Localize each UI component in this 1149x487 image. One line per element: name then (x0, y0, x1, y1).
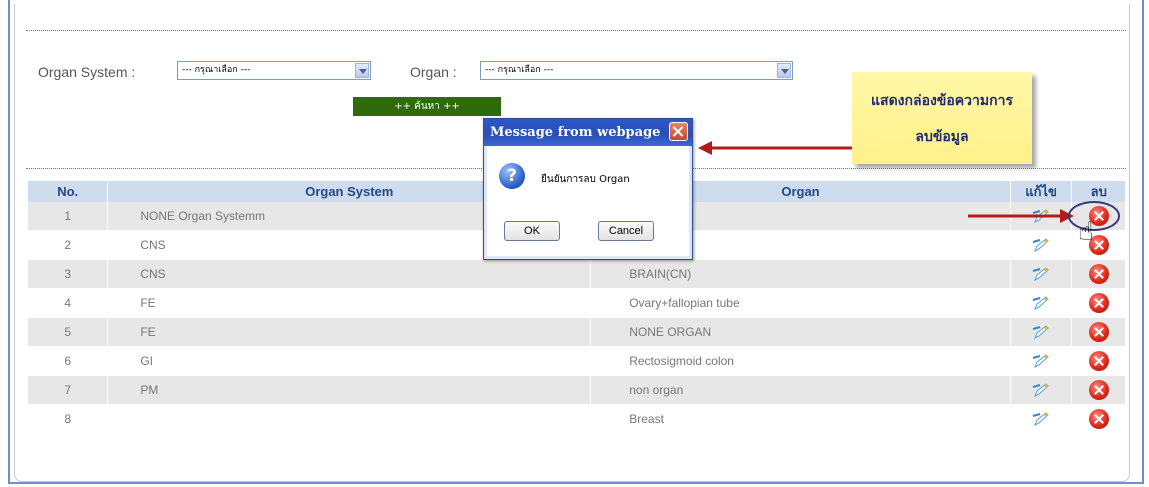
row-organ-system: CNS (107, 259, 592, 289)
row-organ-system: FE (107, 317, 592, 347)
row-organ: NONE ORGAN (590, 317, 1011, 347)
edit-pencil-icon[interactable] (1032, 324, 1050, 340)
arrow-to-delete-icon (968, 209, 1074, 223)
question-icon: ? (499, 163, 525, 189)
delete-icon[interactable] (1088, 409, 1109, 429)
edit-pencil-icon[interactable] (1032, 382, 1050, 398)
row-number: 1 (28, 202, 109, 231)
header-no: No. (28, 181, 109, 202)
row-delete-cell (1071, 346, 1126, 376)
cancel-button[interactable]: Cancel (598, 221, 654, 241)
row-number: 7 (28, 375, 109, 405)
edit-pencil-icon[interactable] (1032, 266, 1050, 282)
header-delete: ลบ (1071, 181, 1126, 202)
chevron-down-icon[interactable] (355, 63, 369, 78)
row-organ-system: GI (107, 346, 592, 376)
row-delete-cell (1071, 404, 1126, 434)
row-delete-cell (1071, 317, 1126, 347)
search-button[interactable]: ++ ค้นหา ++ (353, 97, 501, 116)
ok-button[interactable]: OK (504, 221, 560, 241)
edit-pencil-icon[interactable] (1032, 295, 1050, 311)
row-edit-cell (1010, 230, 1073, 260)
header-edit: แก้ไข (1010, 181, 1073, 202)
row-number: 8 (28, 404, 109, 434)
row-delete-cell (1071, 259, 1126, 289)
delete-icon[interactable] (1088, 351, 1109, 371)
confirm-dialog: Message from webpage ? ยืนยันการลบ Organ… (483, 118, 693, 260)
row-organ: Breast (590, 404, 1011, 434)
table-row: 6 GI Rectosigmoid colon (28, 346, 1126, 376)
row-organ: Rectosigmoid colon (590, 346, 1011, 376)
row-delete-cell (1071, 288, 1126, 318)
row-organ: BRAIN(CN) (590, 259, 1011, 289)
divider-top (26, 30, 1126, 31)
delete-icon[interactable] (1088, 380, 1109, 400)
dialog-title: Message from webpage (484, 119, 692, 146)
row-organ-system: PM (107, 375, 592, 405)
row-number: 6 (28, 346, 109, 376)
organ-system-label: Organ System : (38, 64, 136, 80)
highlight-circle (1068, 201, 1120, 231)
edit-pencil-icon[interactable] (1032, 411, 1050, 427)
arrow-to-dialog-icon (698, 141, 852, 155)
annotation-line-2: ลบข้อมูล (915, 129, 969, 145)
row-number: 4 (28, 288, 109, 318)
row-edit-cell (1010, 288, 1073, 318)
row-organ-system (107, 404, 592, 434)
organ-label: Organ : (410, 64, 457, 80)
organ-system-select[interactable]: --- กรุณาเลือก --- (177, 61, 371, 80)
delete-icon[interactable] (1088, 322, 1109, 342)
row-organ-system: FE (107, 288, 592, 318)
annotation-note: แสดงกล่องข้อความการ ลบข้อมูล (852, 72, 1032, 164)
dialog-body: ? ยืนยันการลบ Organ OK Cancel (487, 146, 689, 256)
hand-cursor-icon: ☝ (1078, 217, 1094, 247)
close-icon[interactable] (669, 122, 688, 141)
row-delete-cell (1071, 375, 1126, 405)
delete-icon[interactable] (1088, 293, 1109, 313)
row-edit-cell (1010, 346, 1073, 376)
row-number: 5 (28, 317, 109, 347)
chevron-down-icon[interactable] (777, 63, 791, 78)
table-row: 7 PM non organ (28, 375, 1126, 405)
dialog-message: ยืนยันการลบ Organ (541, 174, 630, 185)
annotation-line-1: แสดงกล่องข้อความการ (871, 93, 1013, 109)
row-organ: non organ (590, 375, 1011, 405)
table-row: 3 CNS BRAIN(CN) (28, 259, 1126, 289)
organ-select[interactable]: --- กรุณาเลือก --- (480, 61, 793, 80)
organ-select-value: --- กรุณาเลือก --- (485, 65, 554, 75)
row-organ: Ovary+fallopian tube (590, 288, 1011, 318)
row-number: 3 (28, 259, 109, 289)
row-edit-cell (1010, 317, 1073, 347)
table-row: 4 FE Ovary+fallopian tube (28, 288, 1126, 318)
table-row: 5 FE NONE ORGAN (28, 317, 1126, 347)
organ-system-select-value: --- กรุณาเลือก --- (182, 65, 251, 75)
table-row: 8 Breast (28, 404, 1126, 434)
row-edit-cell (1010, 259, 1073, 289)
edit-pencil-icon[interactable] (1032, 237, 1050, 253)
row-number: 2 (28, 230, 109, 260)
edit-pencil-icon[interactable] (1032, 353, 1050, 369)
row-edit-cell (1010, 404, 1073, 434)
row-edit-cell (1010, 375, 1073, 405)
delete-icon[interactable] (1088, 264, 1109, 284)
